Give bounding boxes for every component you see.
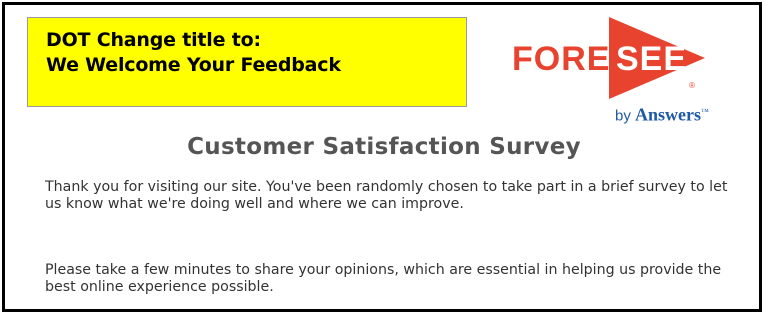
survey-title: Customer Satisfaction Survey (187, 134, 581, 160)
foresee-logo: FORE SEE ® by Answers™ (512, 17, 732, 125)
registered-mark: ® (689, 81, 695, 90)
survey-request-text: Please take a few minutes to share your … (45, 262, 722, 295)
logo-see-text: SEE (616, 40, 688, 78)
trademark-mark: ™ (701, 107, 709, 116)
change-request-line-1: DOT Change title to: (46, 29, 261, 51)
change-request-line-2: We Welcome Your Feedback (46, 54, 341, 76)
logo-tagline: by Answers™ (615, 103, 709, 125)
logo-fore-text: FORE (512, 40, 611, 78)
logo-by-text: by (615, 107, 636, 125)
logo-answers-text: Answers (635, 104, 702, 125)
change-request-note: DOT Change title to: We Welcome Your Fee… (27, 17, 467, 107)
survey-intro-text: Thank you for visiting our site. You've … (45, 179, 728, 212)
